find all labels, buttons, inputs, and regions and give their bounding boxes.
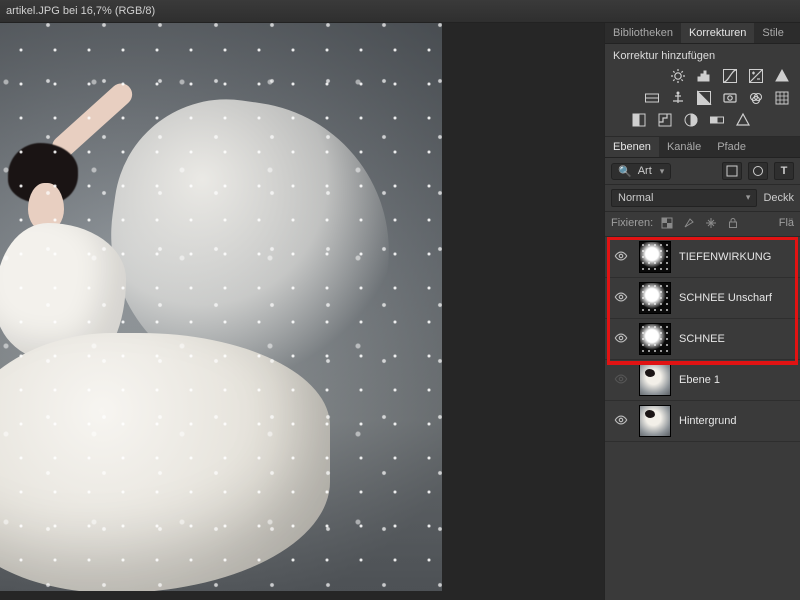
adjustments-icons [605, 66, 800, 137]
lock-position-icon[interactable] [703, 216, 719, 230]
layer-row[interactable]: TIEFENWIRKUNG [605, 237, 800, 278]
filter-adjust-icon[interactable] [748, 162, 768, 180]
blend-mode-value: Normal [618, 192, 653, 204]
tab-bibliotheken[interactable]: Bibliotheken [605, 23, 681, 43]
add-adjustment-label: Korrektur hinzufügen [605, 44, 800, 66]
layer-thumbnail[interactable] [639, 241, 671, 273]
layer-name-label[interactable]: SCHNEE Unscharf [679, 292, 772, 304]
layer-thumbnail[interactable] [639, 282, 671, 314]
hue-sat-icon[interactable] [642, 90, 662, 106]
canvas-area[interactable] [0, 23, 604, 600]
channel-mixer-icon[interactable] [746, 90, 766, 106]
tab-ebenen[interactable]: Ebenen [605, 137, 659, 157]
black-white-icon[interactable] [694, 90, 714, 106]
gradient-map-icon[interactable] [707, 112, 727, 128]
layer-name-label[interactable]: Ebene 1 [679, 374, 720, 386]
filter-type-icon[interactable]: T [774, 162, 794, 180]
levels-icon[interactable] [694, 68, 714, 84]
visibility-toggle[interactable] [611, 290, 631, 307]
document-title-bar: artikel.JPG bei 16,7% (RGB/8) [0, 0, 800, 23]
posterize-icon[interactable] [655, 112, 675, 128]
lock-label: Fixieren: [611, 217, 653, 229]
layer-row[interactable]: SCHNEE Unscharf [605, 278, 800, 319]
adjustments-panel-tabs: Bibliotheken Korrekturen Stile [605, 23, 800, 44]
layers-panel-tabs: Ebenen Kanäle Pfade [605, 137, 800, 158]
invert-icon[interactable] [629, 112, 649, 128]
photo-filter-icon[interactable] [720, 90, 740, 106]
exposure-icon[interactable] [746, 68, 766, 84]
chevron-down-icon: ▾ [660, 166, 665, 177]
layer-name-label[interactable]: SCHNEE [679, 333, 725, 345]
lock-pixels-icon[interactable] [681, 216, 697, 230]
tab-korrekturen[interactable]: Korrekturen [681, 23, 754, 43]
filter-pixel-icon[interactable] [722, 162, 742, 180]
lock-all-icon[interactable] [725, 216, 741, 230]
layer-list: TIEFENWIRKUNG SCHNEE Unscharf SCHNEE Ebene … [605, 237, 800, 600]
curves-icon[interactable] [720, 68, 740, 84]
image-subject [0, 133, 310, 573]
layer-thumbnail[interactable] [639, 364, 671, 396]
layer-thumbnail[interactable] [639, 405, 671, 437]
layer-thumbnail[interactable] [639, 323, 671, 355]
layer-row[interactable]: SCHNEE [605, 319, 800, 360]
search-icon: 🔍 [618, 165, 632, 178]
tab-kanaele[interactable]: Kanäle [659, 137, 709, 157]
chevron-down-icon: ▾ [746, 192, 751, 204]
layer-name-label[interactable]: Hintergrund [679, 415, 736, 427]
visibility-toggle[interactable] [611, 372, 631, 389]
tab-stile[interactable]: Stile [754, 23, 791, 43]
layer-kind-filter[interactable]: 🔍 Art ▾ [611, 163, 671, 180]
fill-label: Flä [779, 217, 794, 229]
layer-row[interactable]: Ebene 1 [605, 360, 800, 401]
vibrance-icon[interactable] [772, 68, 792, 84]
kind-filter-label: Art [638, 165, 652, 177]
visibility-toggle[interactable] [611, 331, 631, 348]
color-lookup-icon[interactable] [772, 90, 792, 106]
layer-name-label[interactable]: TIEFENWIRKUNG [679, 251, 771, 263]
blend-opacity-row: Normal ▾ Deckk [605, 185, 800, 212]
selective-color-icon[interactable] [733, 112, 753, 128]
document-canvas[interactable] [0, 23, 442, 591]
opacity-label: Deckk [763, 192, 794, 204]
layer-row[interactable]: Hintergrund [605, 401, 800, 442]
lock-row: Fixieren: Flä [605, 212, 800, 237]
layer-filter-row: 🔍 Art ▾ T [605, 158, 800, 185]
blend-mode-select[interactable]: Normal ▾ [611, 189, 757, 207]
brightness-contrast-icon[interactable] [668, 68, 688, 84]
visibility-toggle[interactable] [611, 413, 631, 430]
lock-transparent-icon[interactable] [659, 216, 675, 230]
tab-pfade[interactable]: Pfade [709, 137, 754, 157]
visibility-toggle[interactable] [611, 249, 631, 266]
color-balance-icon[interactable] [668, 90, 688, 106]
threshold-icon[interactable] [681, 112, 701, 128]
